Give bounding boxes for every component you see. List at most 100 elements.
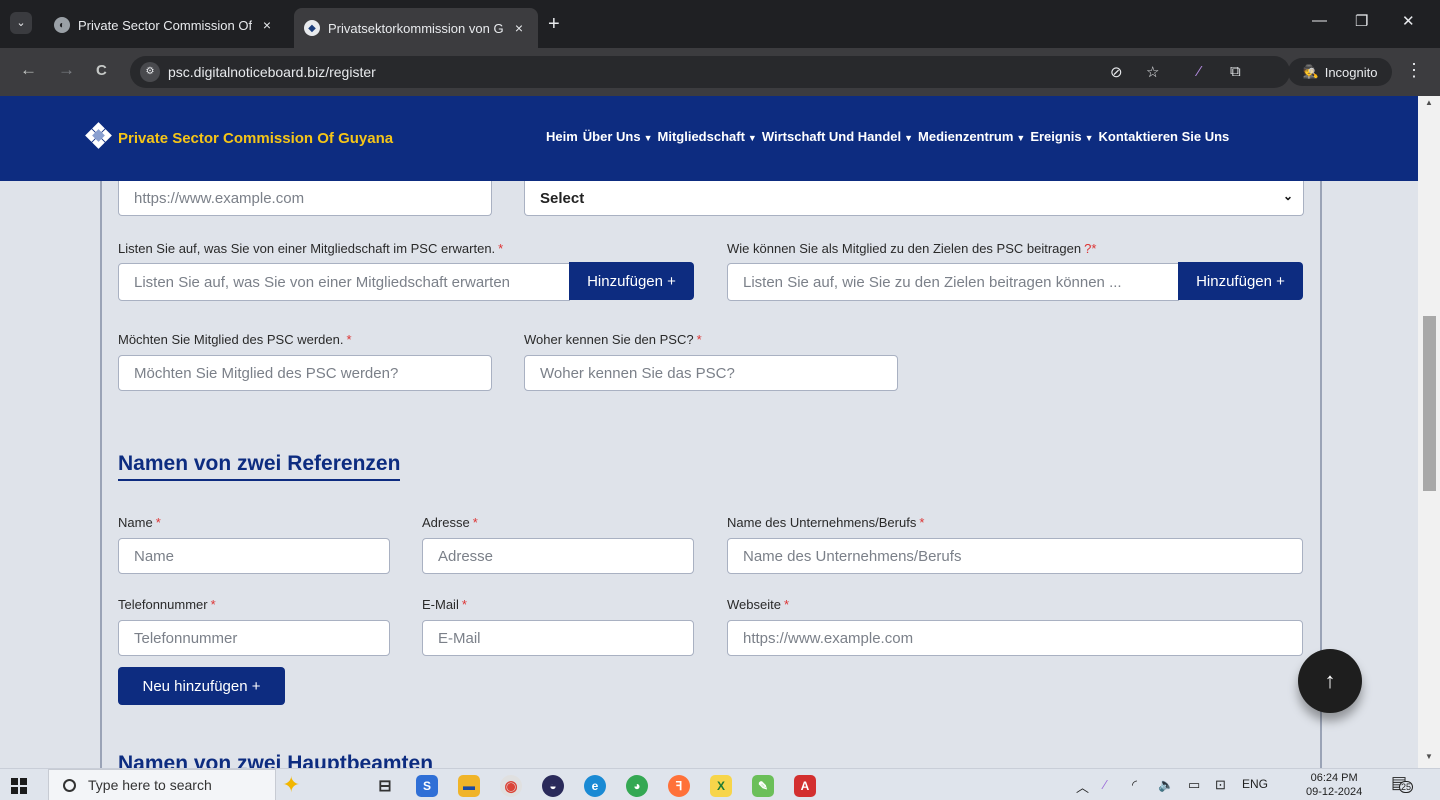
website-placeholder: https://www.example.com: [134, 189, 305, 207]
notes-app-icon[interactable]: ✎: [752, 775, 774, 797]
taskbar-search[interactable]: Type here to search: [48, 769, 276, 800]
browser-menu-icon[interactable]: ⋮: [1405, 60, 1423, 81]
forward-icon[interactable]: →: [58, 60, 75, 80]
chrome-app-icon[interactable]: ◉: [500, 775, 522, 797]
nav-item-mitgliedschaft[interactable]: Mitgliedschaft ▼: [658, 129, 757, 144]
how-know-label: Woher kennen Sie den PSC? *: [524, 332, 702, 347]
scrollbar-thumb[interactable]: [1423, 316, 1436, 491]
reference-website-input[interactable]: https://www.example.com: [727, 620, 1303, 656]
logo-text: Private Sector Commission Of Guyana: [118, 129, 394, 147]
notification-center-icon[interactable]: ▤ 25: [1391, 773, 1414, 795]
expect-input[interactable]: Listen Sie auf, was Sie von einer Mitgli…: [118, 263, 570, 301]
site-info-icon[interactable]: ⚙: [140, 62, 160, 82]
chevron-down-icon: ⌄: [1282, 189, 1293, 203]
feather-extension-icon[interactable]: ⁄: [1198, 63, 1201, 80]
task-view-icon[interactable]: ⊟: [374, 775, 396, 797]
add-expectation-button[interactable]: Hinzufügen +: [569, 262, 694, 300]
expect-placeholder: Listen Sie auf, was Sie von einer Mitgli…: [134, 273, 511, 291]
reference-company-placeholder: Name des Unternehmens/Berufs: [743, 547, 962, 565]
tab-private-sector-commission[interactable]: ◐ Private Sector Commission Of G ×: [44, 8, 286, 42]
tab-search-chevron-icon[interactable]: ⌄: [10, 12, 32, 34]
reload-icon[interactable]: C: [96, 62, 107, 79]
nav-label: Ereignis: [1030, 129, 1082, 144]
reference-address-label: Adresse *: [422, 515, 478, 530]
chevron-down-icon: ▼: [1016, 133, 1026, 143]
volume-icon[interactable]: 🔈: [1158, 777, 1174, 793]
tab-close-icon[interactable]: ×: [258, 17, 276, 33]
tab-close-icon[interactable]: ×: [510, 20, 528, 36]
nav-label: Mitgliedschaft: [657, 129, 745, 144]
eye-off-icon[interactable]: ⊘: [1110, 63, 1123, 81]
taskbar-clock[interactable]: 06:24 PM 09-12-2024: [1306, 771, 1362, 799]
nav-item-ereignis[interactable]: Ereignis ▼: [1030, 129, 1093, 144]
nav-label: Wirtschaft Und Handel: [761, 129, 902, 144]
firefox-app-icon[interactable]: ꟻ: [668, 775, 690, 797]
clock-time: 06:24 PM: [1310, 772, 1358, 784]
globe-favicon-icon: ◐: [54, 17, 70, 33]
category-select[interactable]: Select ⌄: [524, 181, 1304, 216]
windows-start-icon[interactable]: [11, 778, 27, 794]
tab-privatsektorkommission[interactable]: ◆ Privatsektorkommission von Gu ×: [294, 8, 538, 48]
feather-tray-icon[interactable]: ⁄: [1104, 777, 1106, 792]
scroll-to-top-button[interactable]: ↑: [1298, 649, 1362, 713]
nav-label: Medienzentrum: [918, 129, 1014, 144]
bookmark-star-icon[interactable]: ☆: [1146, 63, 1159, 81]
copilot-sparkle-icon[interactable]: ✦: [282, 772, 300, 798]
contribute-input[interactable]: Listen Sie auf, wie Sie zu den Zielen be…: [727, 263, 1179, 301]
notification-count: 25: [1399, 781, 1414, 793]
clock-date: 09-12-2024: [1306, 786, 1363, 798]
nav-item-kontaktieren-sie-uns[interactable]: Kontaktieren Sie Uns: [1099, 129, 1230, 144]
scroll-up-arrow-icon[interactable]: ▲: [1418, 98, 1440, 107]
next-section-heading-clipped: Namen von zwei Hauptbeamten: [118, 750, 438, 768]
scroll-down-arrow-icon[interactable]: ▼: [1418, 752, 1440, 761]
become-member-input[interactable]: Möchten Sie Mitglied des PSC werden?: [118, 355, 492, 391]
restore-icon[interactable]: ❐: [1355, 12, 1368, 30]
language-indicator[interactable]: ENG: [1242, 777, 1268, 791]
reference-company-input[interactable]: Name des Unternehmens/Berufs: [727, 538, 1303, 574]
back-icon[interactable]: ←: [20, 60, 37, 80]
main-navigation: Heim Über Uns ▼ Mitgliedschaft ▼ Wirtschaf…: [546, 129, 1229, 144]
chrome-profile-app-icon[interactable]: ◕: [626, 775, 648, 797]
reference-name-input[interactable]: Name: [118, 538, 390, 574]
edge-app-icon[interactable]: e: [584, 775, 606, 797]
reference-address-input[interactable]: Adresse: [422, 538, 694, 574]
show-hidden-icons-chevron-icon[interactable]: ︿: [1076, 777, 1089, 796]
close-window-icon[interactable]: ✕: [1402, 12, 1415, 30]
search-icon: [63, 778, 76, 792]
ime-icon[interactable]: ⊡: [1215, 777, 1226, 793]
website-field-top[interactable]: https://www.example.com: [118, 181, 492, 216]
reference-website-label: Webseite *: [727, 597, 790, 612]
add-contribution-button[interactable]: Hinzufügen +: [1178, 262, 1303, 300]
reference-name-placeholder: Name: [134, 547, 175, 565]
address-bar[interactable]: ⚙ psc.digitalnoticeboard.biz/register ⊘ …: [130, 56, 1290, 88]
site-logo[interactable]: Private Sector Commission Of Guyana: [82, 122, 394, 153]
reference-company-label: Name des Unternehmens/Berufs *: [727, 515, 925, 530]
new-tab-button[interactable]: +: [548, 14, 560, 34]
reference-email-label: E-Mail *: [422, 597, 467, 612]
incognito-badge[interactable]: 🕵 Incognito: [1288, 58, 1392, 86]
eclipse-app-icon[interactable]: ◒: [542, 775, 564, 797]
reference-phone-input[interactable]: Telefonnummer: [118, 620, 390, 656]
nav-item-heim[interactable]: Heim: [546, 129, 578, 144]
nav-item-medienzentrum[interactable]: Medienzentrum ▼: [918, 129, 1025, 144]
reference-email-input[interactable]: E-Mail: [422, 620, 694, 656]
acrobat-app-icon[interactable]: A: [794, 775, 816, 797]
minimize-icon[interactable]: —: [1312, 12, 1327, 29]
incognito-icon: 🕵: [1302, 64, 1319, 79]
teams-app-icon[interactable]: S: [416, 775, 438, 797]
address-url[interactable]: psc.digitalnoticeboard.biz/register: [168, 64, 376, 80]
nav-item-ueber-uns[interactable]: Über Uns ▼: [583, 129, 653, 144]
add-new-reference-button[interactable]: Neu hinzufügen +: [118, 667, 285, 705]
nav-item-wirtschaft-und-handel[interactable]: Wirtschaft Und Handel ▼: [762, 129, 913, 144]
windows-taskbar: Type here to search ✦ ⊟ S ▬ ◉ ◒ e ◕ ꟻ X …: [0, 768, 1440, 800]
xampp-app-icon[interactable]: X: [710, 775, 732, 797]
become-member-placeholder: Möchten Sie Mitglied des PSC werden?: [134, 364, 399, 382]
how-know-input[interactable]: Woher kennen Sie das PSC?: [524, 355, 898, 391]
page-scrollbar[interactable]: ▲ ▼: [1418, 96, 1440, 768]
wifi-icon[interactable]: ◜: [1132, 777, 1137, 793]
file-explorer-icon[interactable]: ▬: [458, 775, 480, 797]
battery-icon[interactable]: ▭: [1188, 777, 1200, 793]
extensions-puzzle-icon[interactable]: ⧉: [1230, 63, 1241, 80]
contribute-label: Wie können Sie als Mitglied zu den Ziele…: [727, 241, 1097, 256]
chevron-down-icon: ▼: [747, 133, 757, 143]
